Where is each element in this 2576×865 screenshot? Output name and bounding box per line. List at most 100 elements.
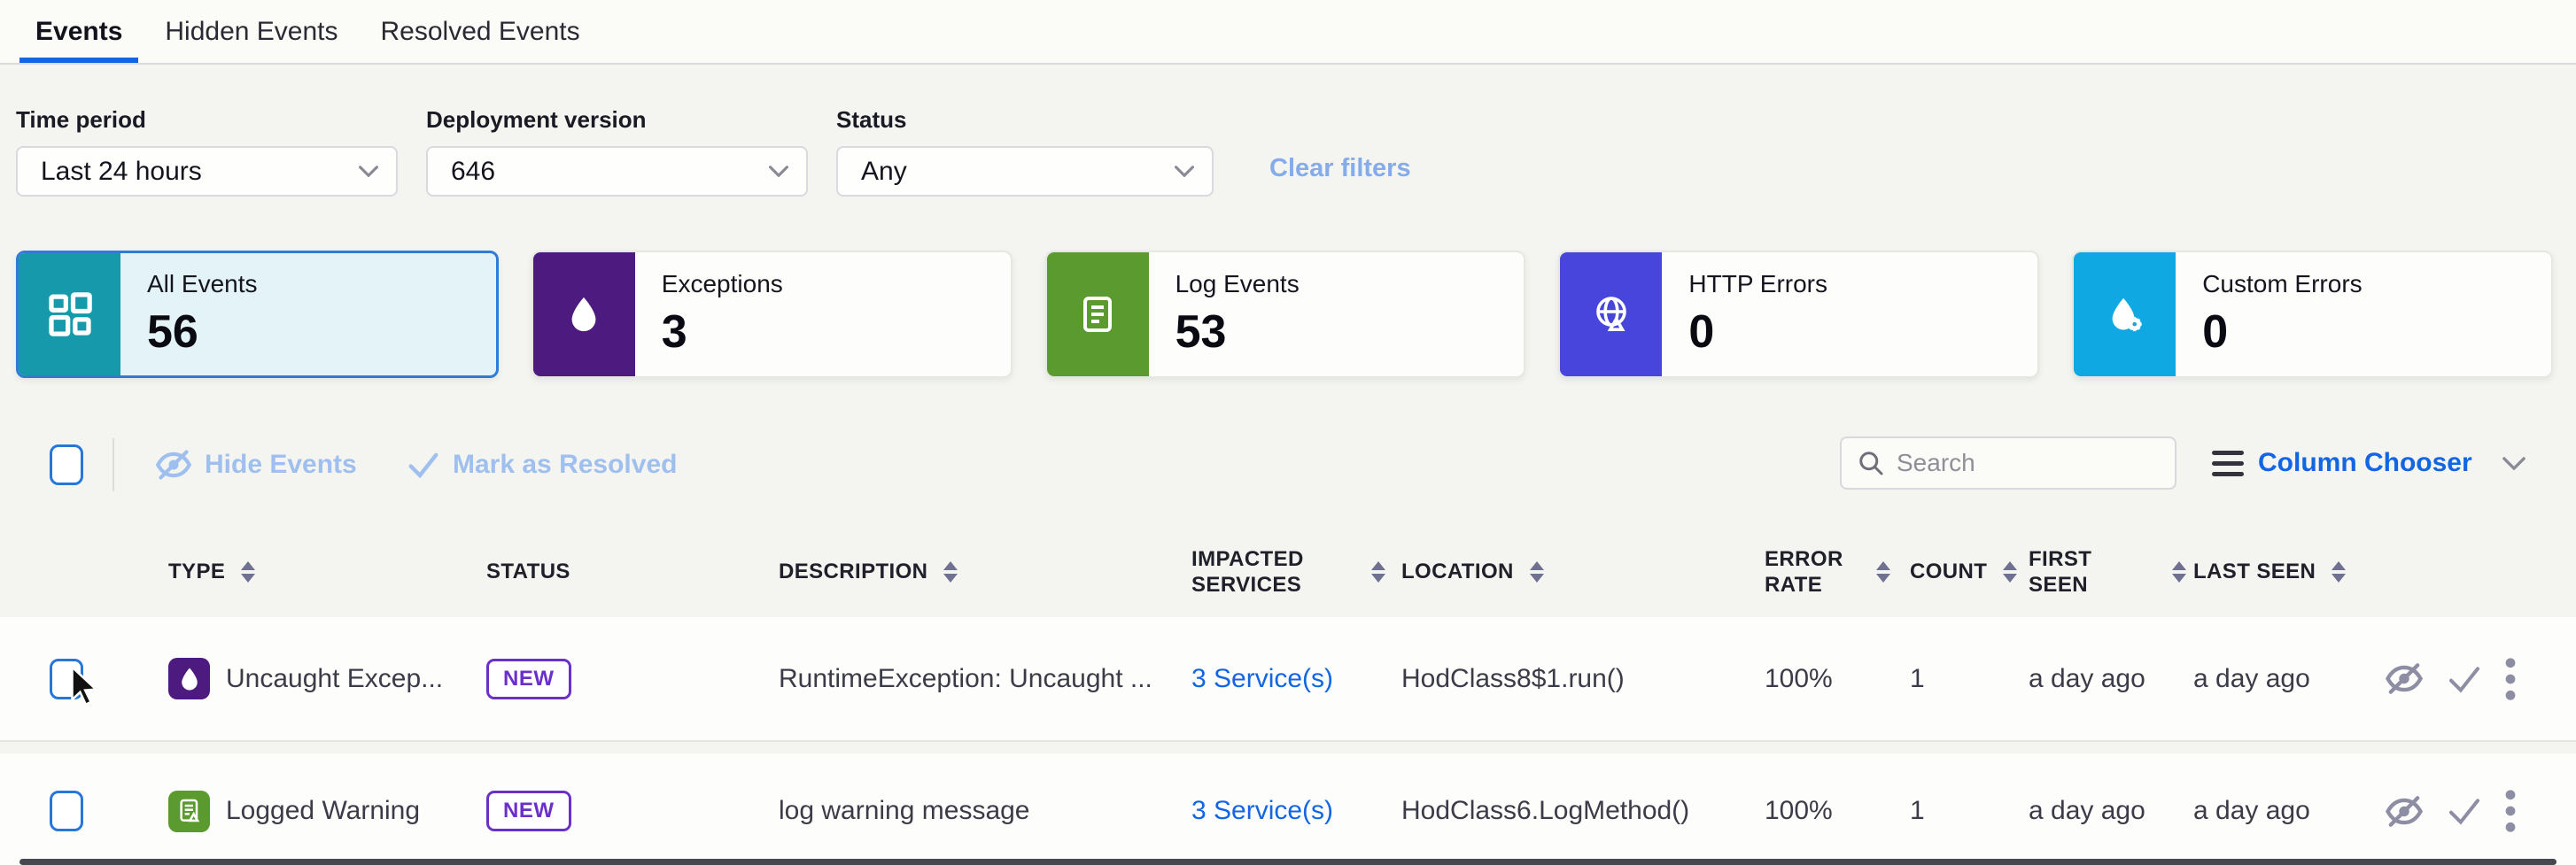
description-cell: log warning message xyxy=(776,796,1189,826)
count-cell: 1 xyxy=(1903,796,2021,826)
column-chooser-button[interactable]: Column Chooser xyxy=(2212,436,2526,490)
actions-cell xyxy=(2351,789,2576,833)
time-period-label: Time period xyxy=(16,106,398,134)
sort-icon xyxy=(2003,561,2017,583)
header-location[interactable]: LOCATION xyxy=(1398,559,1761,584)
search-icon xyxy=(1858,450,1884,476)
resolve-event-icon[interactable] xyxy=(2447,796,2482,826)
status-select[interactable]: Any xyxy=(836,146,1214,197)
status-badge: NEW xyxy=(486,791,571,831)
description-cell: RuntimeException: Uncaught ... xyxy=(776,664,1189,694)
sort-icon xyxy=(1530,561,1544,583)
first-seen-cell: a day ago xyxy=(2021,664,2186,694)
hide-events-button[interactable]: Hide Events xyxy=(155,434,357,496)
tab-hidden-events-label: Hidden Events xyxy=(165,17,338,47)
time-period-value: Last 24 hours xyxy=(41,157,202,187)
globe-icon xyxy=(1560,252,1662,376)
card-label: Log Events xyxy=(1175,270,1300,298)
tab-hidden-events[interactable]: Hidden Events xyxy=(149,0,353,63)
filters-section: Time period Last 24 hours Deployment ver… xyxy=(0,106,2576,212)
mark-resolved-label: Mark as Resolved xyxy=(453,450,677,480)
status-value: Any xyxy=(861,157,907,187)
hide-event-icon[interactable] xyxy=(2385,662,2424,695)
header-error-rate[interactable]: ERROR RATE xyxy=(1761,546,1903,598)
card-http-errors[interactable]: HTTP Errors 0 xyxy=(1558,251,2039,378)
location-cell: HodClass6.LogMethod() xyxy=(1398,796,1761,826)
card-label: All Events xyxy=(147,270,258,298)
sort-icon xyxy=(241,561,255,583)
card-count: 3 xyxy=(662,305,783,359)
status-cell: NEW xyxy=(484,659,776,699)
time-period-select[interactable]: Last 24 hours xyxy=(16,146,398,197)
deployment-version-value: 646 xyxy=(451,157,495,187)
eye-slash-icon xyxy=(155,449,192,481)
column-chooser-label: Column Chooser xyxy=(2258,448,2472,478)
card-custom-errors[interactable]: Custom Errors 0 xyxy=(2072,251,2553,378)
deployment-version-select[interactable]: 646 xyxy=(426,146,808,197)
card-all-events[interactable]: All Events 56 xyxy=(16,251,499,378)
tab-resolved-events[interactable]: Resolved Events xyxy=(365,0,596,63)
header-type[interactable]: TYPE xyxy=(165,559,484,584)
first-seen-cell: a day ago xyxy=(2021,796,2186,826)
sort-icon xyxy=(1371,561,1385,583)
header-first-seen[interactable]: FIRST SEEN xyxy=(2021,546,2186,598)
search-box xyxy=(1840,436,2176,490)
impacted-services-cell: 3 Service(s) xyxy=(1189,796,1398,826)
time-period-filter: Time period Last 24 hours xyxy=(16,106,398,197)
row-checkbox[interactable] xyxy=(50,791,83,831)
summary-cards: All Events 56 Exceptions 3 Log Events xyxy=(16,251,2553,378)
last-seen-cell: a day ago xyxy=(2186,796,2351,826)
grid-icon xyxy=(19,253,120,375)
status-cell: NEW xyxy=(484,791,776,831)
mark-resolved-button[interactable]: Mark as Resolved xyxy=(407,434,677,496)
impacted-services-cell: 3 Service(s) xyxy=(1189,664,1398,694)
clear-filters-button[interactable]: Clear filters xyxy=(1269,154,1411,183)
events-dashboard: Events Hidden Events Resolved Events Tim… xyxy=(0,0,2576,865)
deployment-version-filter: Deployment version 646 xyxy=(426,106,808,197)
sort-icon xyxy=(1876,561,1890,583)
header-impacted-services[interactable]: IMPACTED SERVICES xyxy=(1189,546,1398,598)
check-icon xyxy=(407,451,440,479)
hide-event-icon[interactable] xyxy=(2385,795,2424,828)
type-label: Uncaught Excep... xyxy=(226,664,443,694)
location-cell: HodClass8$1.run() xyxy=(1398,664,1761,694)
resolve-event-icon[interactable] xyxy=(2447,664,2482,694)
sort-icon xyxy=(943,561,958,583)
kebab-menu-icon[interactable] xyxy=(2505,657,2516,701)
select-all-checkbox[interactable] xyxy=(50,444,83,485)
event-row: Uncaught Excep... NEW RuntimeException: … xyxy=(0,617,2576,742)
last-seen-cell: a day ago xyxy=(2186,664,2351,694)
status-label: Status xyxy=(836,106,1214,134)
card-count: 53 xyxy=(1175,305,1300,359)
card-label: Custom Errors xyxy=(2202,270,2362,298)
event-row: Logged Warning NEW log warning message 3… xyxy=(0,753,2576,865)
horizontal-scrollbar[interactable] xyxy=(19,859,2557,865)
tab-events[interactable]: Events xyxy=(19,0,138,63)
search-input[interactable] xyxy=(1897,449,2145,477)
table-toolbar: Hide Events Mark as Resolved Column Choo… xyxy=(0,434,2576,505)
header-last-seen[interactable]: LAST SEEN xyxy=(2186,559,2351,584)
impacted-services-link[interactable]: 3 Service(s) xyxy=(1191,664,1333,694)
chevron-down-icon xyxy=(2502,457,2526,470)
card-label: Exceptions xyxy=(662,270,783,298)
card-count: 56 xyxy=(147,305,258,359)
log-warning-icon xyxy=(168,791,210,832)
flame-gear-icon xyxy=(2074,252,2176,376)
tab-resolved-events-label: Resolved Events xyxy=(381,17,580,47)
card-log-events[interactable]: Log Events 53 xyxy=(1045,251,1526,378)
chevron-down-icon xyxy=(359,166,378,177)
sort-icon xyxy=(2172,561,2186,583)
header-count[interactable]: COUNT xyxy=(1903,559,2021,584)
header-description[interactable]: DESCRIPTION xyxy=(776,559,1189,584)
toolbar-divider xyxy=(113,438,114,491)
hamburger-icon xyxy=(2212,451,2244,476)
hide-events-label: Hide Events xyxy=(205,450,357,480)
count-cell: 1 xyxy=(1903,664,2021,694)
kebab-menu-icon[interactable] xyxy=(2505,789,2516,833)
row-checkbox[interactable] xyxy=(50,659,83,699)
header-status[interactable]: STATUS xyxy=(484,559,776,584)
chevron-down-icon xyxy=(1175,166,1194,177)
error-rate-cell: 100% xyxy=(1761,664,1903,694)
card-exceptions[interactable]: Exceptions 3 xyxy=(531,251,1013,378)
impacted-services-link[interactable]: 3 Service(s) xyxy=(1191,796,1333,826)
